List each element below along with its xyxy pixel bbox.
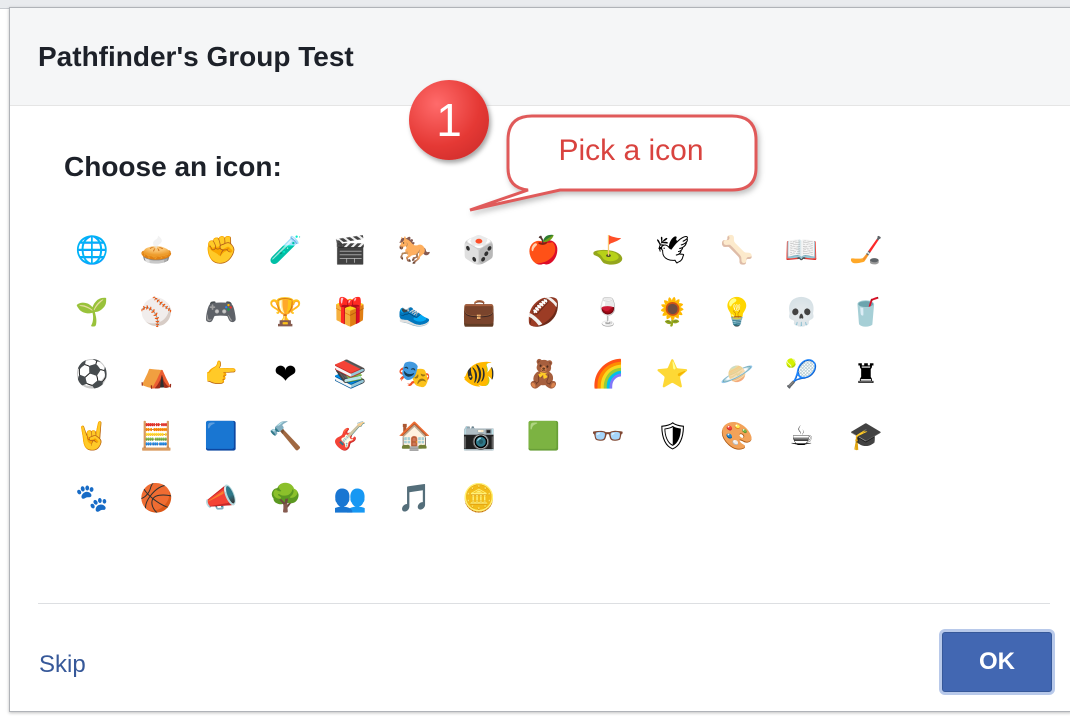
callout-text: Pick a icon (558, 134, 704, 167)
callout-bubble (469, 114, 758, 212)
step-number-badge: 1 (409, 80, 489, 160)
